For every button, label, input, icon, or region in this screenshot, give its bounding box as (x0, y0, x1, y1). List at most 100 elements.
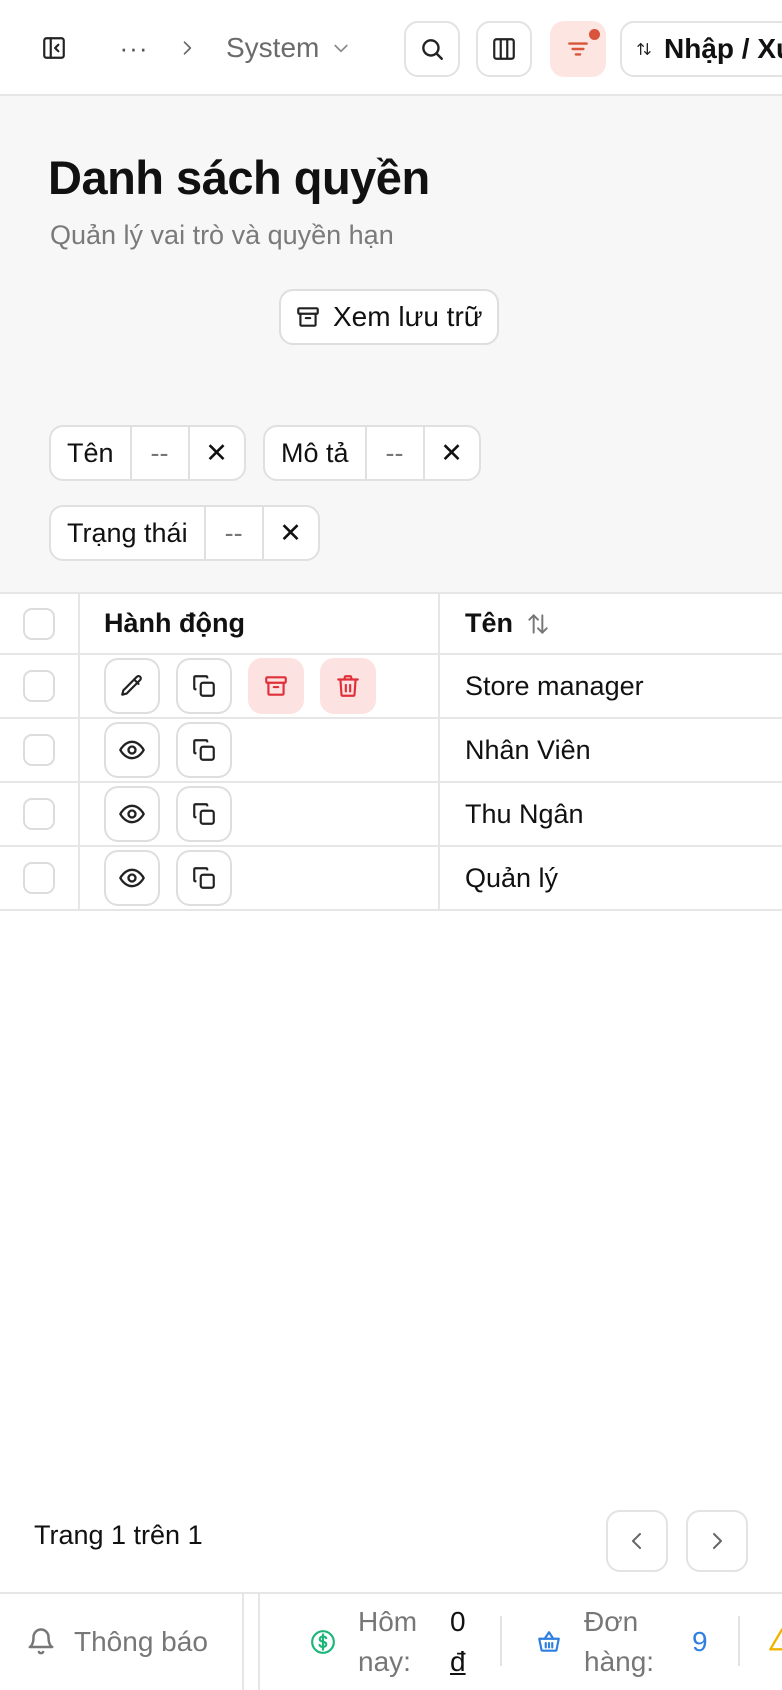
copy-icon (193, 739, 215, 761)
table-header-row: Hành động Tên (0, 592, 782, 655)
eye-icon (119, 804, 145, 824)
import-export-button[interactable]: Nhập / Xuất (620, 21, 782, 77)
role-name: Store manager (465, 670, 644, 701)
delete-button[interactable] (320, 658, 376, 714)
close-icon[interactable]: ✕ (425, 427, 479, 479)
breadcrumb-ellipsis[interactable]: ··· (114, 28, 154, 68)
copy-button[interactable] (176, 850, 232, 906)
orders-label-line2: hàng: (584, 1646, 655, 1677)
divider (738, 1616, 740, 1666)
import-export-label: Nhập / Xuất (663, 33, 782, 64)
breadcrumb-label: System (226, 32, 320, 63)
eye-icon (119, 868, 145, 888)
row-actions (80, 655, 440, 717)
status-bar: Thông báo Hôm nay: 0 đ Đơn hàng: 9 (0, 1592, 782, 1690)
archive-icon (265, 676, 287, 696)
pencil-icon (121, 675, 142, 696)
copy-icon (193, 675, 215, 697)
search-button[interactable] (404, 21, 460, 77)
select-all-cell (0, 594, 80, 653)
role-name: Thu Ngân (465, 798, 584, 829)
filter-button[interactable] (550, 21, 606, 77)
trash-icon (337, 675, 359, 697)
filter-chip-name: Tên -- ✕ (49, 425, 246, 481)
today-value-currency: đ (450, 1646, 466, 1677)
row-select-cell (0, 783, 80, 845)
copy-button[interactable] (176, 786, 232, 842)
table-row: Quản lý (0, 847, 782, 911)
copy-icon (193, 803, 215, 825)
chevron-down-icon (334, 44, 349, 53)
chevron-left-icon (632, 1533, 641, 1549)
edit-button[interactable] (104, 658, 160, 714)
top-bar: ··· System Nhập / Xuất (0, 0, 782, 96)
search-icon (422, 39, 443, 60)
columns-button[interactable] (476, 21, 532, 77)
chevron-right-icon (172, 28, 202, 68)
today-value: 0 đ (450, 1602, 466, 1682)
copy-button[interactable] (176, 722, 232, 778)
filter-chip-label[interactable]: Mô tả (265, 427, 367, 479)
role-name: Nhân Viên (465, 734, 591, 765)
pagination-info: Trang 1 trên 1 (34, 1520, 203, 1550)
today-revenue: Hôm nay: 0 đ (310, 1594, 466, 1690)
page-header: Danh sách quyền Quản lý vai trò và quyền… (0, 96, 782, 592)
bell-icon (28, 1628, 54, 1655)
row-checkbox[interactable] (23, 734, 55, 766)
copy-icon (193, 867, 215, 889)
today-label: Hôm nay: (358, 1602, 428, 1682)
permissions-table: Hành động Tên Store manager Nhân Viên Th… (0, 592, 782, 911)
view-button[interactable] (104, 850, 160, 906)
close-icon[interactable]: ✕ (264, 507, 318, 559)
notifications-button[interactable]: Thông báo (0, 1594, 244, 1690)
previous-page-button[interactable] (606, 1510, 668, 1572)
today-label-line1: Hôm (358, 1606, 418, 1637)
orders-label-line1: Đơn (584, 1606, 639, 1637)
filter-chip-label[interactable]: Trạng thái (51, 507, 206, 559)
filter-chip-value[interactable]: -- (132, 427, 190, 479)
filter-icon (568, 42, 588, 56)
divider (500, 1616, 502, 1666)
filter-chip-label[interactable]: Tên (51, 427, 132, 479)
archive-button[interactable] (248, 658, 304, 714)
orders-count: Đơn hàng: 9 (536, 1594, 708, 1690)
row-checkbox[interactable] (23, 798, 55, 830)
sidebar-toggle-icon[interactable] (34, 28, 74, 68)
divider (258, 1594, 260, 1690)
row-select-cell (0, 719, 80, 781)
row-select-cell (0, 655, 80, 717)
orders-value: 9 (692, 1626, 708, 1657)
today-label-line2: nay: (358, 1646, 411, 1677)
filter-chip-value[interactable]: -- (367, 427, 425, 479)
columns-icon (493, 38, 515, 60)
next-page-button[interactable] (686, 1510, 748, 1572)
chevron-right-icon (713, 1533, 722, 1549)
orders-label: Đơn hàng: (584, 1602, 670, 1682)
table-row: Nhân Viên (0, 719, 782, 783)
row-checkbox[interactable] (23, 670, 55, 702)
notifications-label: Thông báo (74, 1626, 208, 1657)
column-header-name[interactable]: Tên (440, 594, 782, 653)
view-button[interactable] (104, 786, 160, 842)
close-icon[interactable]: ✕ (190, 427, 244, 479)
row-checkbox[interactable] (23, 862, 55, 894)
filter-chip-value[interactable]: -- (206, 507, 264, 559)
table-row: Thu Ngân (0, 783, 782, 847)
filter-active-dot (589, 29, 600, 40)
role-name: Quản lý (465, 862, 559, 893)
breadcrumb-current[interactable]: System (226, 26, 351, 70)
basket-icon (538, 1631, 560, 1652)
view-archive-label: Xem lưu trữ (333, 301, 483, 332)
select-all-checkbox[interactable] (23, 607, 55, 640)
eye-icon (119, 740, 145, 760)
row-actions (80, 783, 440, 845)
view-archive-button[interactable]: Xem lưu trữ (279, 289, 499, 345)
sort-icon[interactable] (525, 611, 551, 637)
dollar-circle-icon (311, 1630, 335, 1654)
filter-chip-description: Mô tả -- ✕ (263, 425, 481, 481)
row-select-cell (0, 847, 80, 909)
copy-button[interactable] (176, 658, 232, 714)
today-value-amount: 0 (450, 1606, 466, 1637)
view-button[interactable] (104, 722, 160, 778)
archive-icon (297, 307, 319, 327)
